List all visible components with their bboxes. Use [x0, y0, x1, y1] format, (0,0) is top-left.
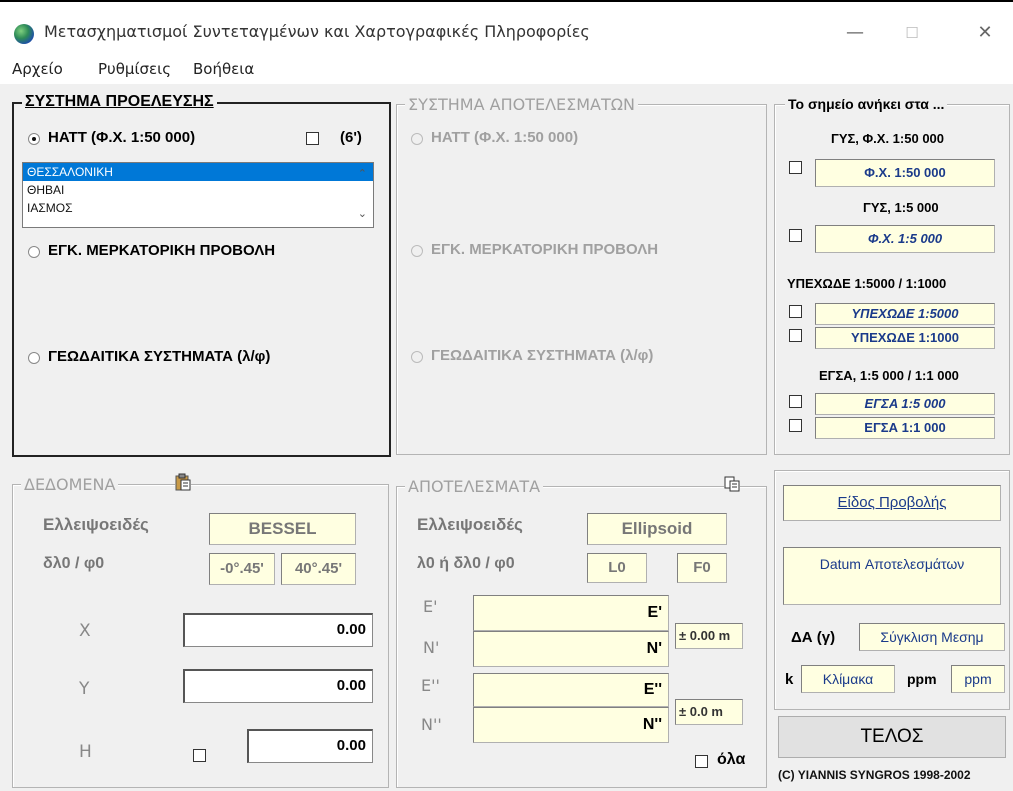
ypexode1000-checkbox[interactable] — [789, 329, 802, 342]
gys50-field: Φ.Χ. 1:50 000 — [815, 159, 995, 187]
y-label: Y — [79, 679, 90, 699]
e2-label: E'' — [421, 676, 440, 695]
results-system-group: ΣΥΣΤΗΜΑ ΑΠΟΤΕΛΕΣΜΑΤΩΝ HATT (Φ.Χ. 1:50 00… — [396, 95, 767, 455]
e1-label: E' — [423, 597, 438, 616]
results-hatt-label: HATT (Φ.Χ. 1:50 000) — [431, 129, 579, 146]
result-l-label: λ0 ή δλ0 / φ0 — [417, 555, 515, 572]
egsa1000-checkbox[interactable] — [789, 419, 802, 432]
result-ellipsoid-field: Ellipsoid — [587, 513, 727, 545]
ppm-field: ppm — [951, 665, 1005, 693]
n1-field: N' — [473, 631, 669, 667]
scale-label: k — [785, 671, 794, 688]
input-phi0-field[interactable]: 40°.45' — [281, 553, 356, 585]
six-degree-label: (6') — [340, 129, 362, 146]
scale-field: Κλίμακα — [801, 665, 895, 693]
copy-icon[interactable] — [724, 476, 740, 492]
results-geodetic-radio[interactable] — [411, 351, 423, 363]
source-geodetic-label: ΓΕΩΔΑΙΤΙΚΑ ΣΥΣΤΗΜΑΤΑ (λ/φ) — [48, 348, 271, 365]
menu-bar: Αρχείο Ρυθμίσεις Βοήθεια — [0, 54, 1013, 84]
all-checkbox[interactable] — [695, 755, 708, 768]
map-sheets-title: Το σημείο ανήκει στα ... — [785, 96, 948, 112]
map-sheets-group: Το σημείο ανήκει στα ... ΓΥΣ, Φ.Χ. 1:50 … — [774, 96, 1010, 455]
gys5-checkbox[interactable] — [789, 229, 802, 242]
scroll-up-icon[interactable]: ⌃ — [358, 167, 367, 180]
x-input[interactable]: 0.00 — [183, 613, 373, 647]
accuracy2-field: ± 0.0 m — [675, 699, 743, 725]
results-mercator-label: ΕΓΚ. ΜΕΡΚΑΤΟΡΙΚΗ ΠΡΟΒΟΛΗ — [431, 241, 659, 258]
convergence-label: ΔΑ (γ) — [791, 629, 836, 646]
gys5-header: ΓΥΣ, 1:5 000 — [863, 200, 939, 215]
input-data-group: ΔΕΔΟΜΕΝΑ Ελλειψοειδές BESSEL δλ0 / φ0 -0… — [12, 473, 389, 788]
scroll-down-icon[interactable]: ⌄ — [358, 207, 367, 220]
hatt-sheet-list[interactable]: ΘΕΣΣΑΛΟΝΙΚΗ ΘΗΒΑΙ ΙΑΣΜΟΣ ⌃ ⌄ — [22, 162, 374, 228]
h-input[interactable]: 0.00 — [247, 729, 373, 763]
list-item[interactable]: ΙΑΣΜΟΣ — [23, 199, 373, 217]
title-bar: Μετασχηματισμοί Συντεταγμένων και Χαρτογ… — [0, 2, 1013, 54]
results-mercator-radio[interactable] — [411, 245, 423, 257]
input-dl0-field[interactable]: -0°.45' — [209, 553, 275, 585]
six-degree-checkbox[interactable] — [306, 132, 319, 145]
gys50-checkbox[interactable] — [789, 161, 802, 174]
ppm-label: ppm — [907, 671, 937, 687]
paste-icon[interactable] — [175, 473, 191, 491]
results-data-title: ΑΠΟΤΕΛΕΣΜΑΤΑ — [405, 477, 544, 496]
gys50-header: ΓΥΣ, Φ.Χ. 1:50 000 — [831, 131, 945, 146]
window-title: Μετασχηματισμοί Συντεταγμένων και Χαρτογ… — [44, 22, 590, 41]
n1-label: N' — [423, 638, 440, 657]
e2-field: E'' — [473, 673, 669, 707]
menu-file[interactable]: Αρχείο — [12, 60, 63, 78]
egsa5000-field: ΕΓΣΑ 1:5 000 — [815, 393, 995, 415]
copyright-text: (C) YIANNIS SYNGROS 1998-2002 — [778, 768, 971, 782]
result-f0-field: F0 — [677, 553, 727, 583]
ypexode1000-field: ΥΠΕΧΩΔΕ 1:1000 — [815, 327, 995, 349]
ypexode-header: ΥΠΕΧΩΔΕ 1:5000 / 1:1000 — [787, 276, 947, 291]
source-system-group: ΣΥΣΤΗΜΑ ΠΡΟΕΛΕΥΣΗΣ HATT (Φ.Χ. 1:50 000) … — [12, 93, 391, 457]
egsa1000-field: ΕΓΣΑ 1:1 000 — [815, 417, 995, 439]
results-geodetic-label: ΓΕΩΔΑΙΤΙΚΑ ΣΥΣΤΗΜΑΤΑ (λ/φ) — [431, 347, 654, 364]
ypexode5000-checkbox[interactable] — [789, 305, 802, 318]
result-l0-field: L0 — [587, 553, 647, 583]
ypexode5000-field: ΥΠΕΧΩΔΕ 1:5000 — [815, 303, 995, 325]
end-button[interactable]: ΤΕΛΟΣ — [778, 716, 1006, 758]
source-system-title: ΣΥΣΤΗΜΑ ΠΡΟΕΛΕΥΣΗΣ — [22, 93, 217, 111]
e1-field: E' — [473, 595, 669, 631]
n2-field: N'' — [473, 707, 669, 743]
input-data-title: ΔΕΔΟΜΕΝΑ — [21, 475, 119, 494]
info-group: Είδος Προβολής Datum Αποτελεσμάτων ΔΑ (γ… — [774, 470, 1010, 710]
maximize-button[interactable]: ☐ — [889, 16, 935, 50]
egsa5000-checkbox[interactable] — [789, 395, 802, 408]
input-ellipsoid-label: Ελλειψοειδές — [43, 515, 149, 534]
h-label: H — [79, 742, 92, 762]
x-label: X — [79, 621, 91, 641]
datum-field: Datum Αποτελεσμάτων — [783, 547, 1001, 605]
input-dl-label: δλ0 / φ0 — [43, 555, 105, 572]
n2-label: N'' — [421, 715, 442, 734]
source-hatt-radio[interactable] — [28, 133, 40, 145]
menu-help[interactable]: Βοήθεια — [193, 60, 254, 78]
source-mercator-radio[interactable] — [28, 246, 40, 258]
results-data-group: ΑΠΟΤΕΛΕΣΜΑΤΑ Ελλειψοειδές Ellipsoid λ0 ή… — [396, 476, 767, 788]
accuracy1-field: ± 0.00 m — [675, 623, 743, 649]
globe-icon — [14, 24, 34, 44]
results-hatt-radio[interactable] — [411, 133, 423, 145]
input-ellipsoid-field: BESSEL — [209, 513, 356, 545]
result-ellipsoid-label: Ελλειψοειδές — [417, 515, 523, 534]
close-button[interactable]: ✕ — [962, 16, 1008, 50]
source-mercator-label: ΕΓΚ. ΜΕΡΚΑΤΟΡΙΚΗ ΠΡΟΒΟΛΗ — [48, 242, 276, 259]
source-hatt-label: HATT (Φ.Χ. 1:50 000) — [48, 129, 196, 146]
results-system-title: ΣΥΣΤΗΜΑ ΑΠΟΤΕΛΕΣΜΑΤΩΝ — [405, 95, 638, 114]
h-checkbox[interactable] — [193, 749, 206, 762]
list-item[interactable]: ΘΕΣΣΑΛΟΝΙΚΗ — [23, 163, 373, 181]
convergence-field: Σύγκλιση Μεσημ — [859, 623, 1005, 651]
egsa-header: ΕΓΣΑ, 1:5 000 / 1:1 000 — [819, 368, 959, 383]
list-item[interactable]: ΘΗΒΑΙ — [23, 181, 373, 199]
source-geodetic-radio[interactable] — [28, 352, 40, 364]
menu-settings[interactable]: Ρυθμίσεις — [98, 60, 171, 78]
y-input[interactable]: 0.00 — [183, 669, 373, 703]
all-label: όλα — [717, 751, 746, 768]
minimize-button[interactable]: — — [832, 16, 878, 50]
gys5-field: Φ.Χ. 1:5 000 — [815, 225, 995, 253]
projection-type-field: Είδος Προβολής — [783, 485, 1001, 521]
